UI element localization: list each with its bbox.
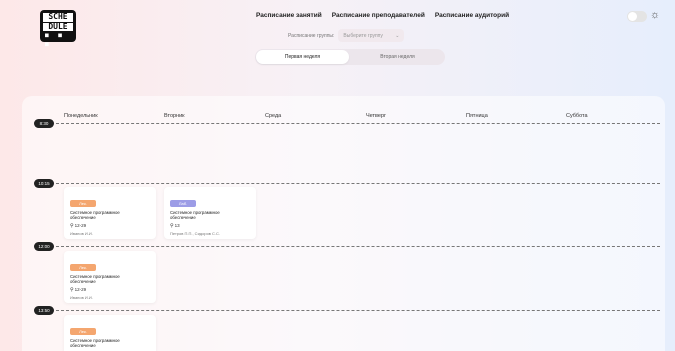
time-divider [56, 183, 660, 184]
location-pin-icon: ⚲ [70, 287, 74, 293]
lesson-card[interactable]: Лаб. Системное программное обеспечение ⚲… [164, 187, 256, 239]
time-label: 10:15 [34, 179, 54, 188]
sun-icon[interactable]: ☼ [650, 9, 660, 21]
lesson-subject: Системное программное обеспечение [70, 274, 120, 284]
lesson-teacher: Петров П.П., Сидоров С.С. [170, 231, 221, 236]
group-select-value: Выберите группу [343, 32, 383, 39]
time-divider [56, 246, 660, 247]
tab-second-week[interactable]: Вторая неделя [351, 50, 444, 64]
day-header-thursday: Четверг [366, 113, 387, 119]
header: SCHE DULE ■ ■ ■ Расписание занятий Распи… [0, 0, 675, 86]
nav-groups-link[interactable]: Расписание занятий [256, 12, 322, 19]
time-divider [56, 310, 660, 311]
lesson-type-badge: Лек. [70, 200, 96, 207]
main-nav: Расписание занятий Расписание преподават… [256, 12, 509, 19]
lesson-subject: Системное программное обеспечение [70, 210, 120, 220]
time-divider [56, 123, 660, 124]
lesson-card[interactable]: Лек. Системное программное обеспечение [64, 315, 156, 351]
location-pin-icon: ⚲ [170, 223, 174, 229]
lesson-room: ⚲12-29 [70, 223, 87, 229]
lesson-card[interactable]: Лек. Системное программное обеспечение ⚲… [64, 187, 156, 239]
time-label: 12:00 [34, 242, 54, 251]
chevron-down-icon: ⌄ [395, 32, 400, 39]
lesson-subject: Системное программное обеспечение [170, 210, 220, 220]
lesson-type-badge: Лек. [70, 328, 96, 335]
nav-rooms-link[interactable]: Расписание аудиторий [435, 12, 509, 19]
lesson-teacher: Иванов И.И. [70, 295, 93, 300]
lesson-type-badge: Лаб. [170, 200, 196, 207]
day-header-monday: Понедельник [64, 113, 98, 119]
app-logo[interactable]: SCHE DULE ■ ■ ■ [40, 10, 76, 48]
lesson-type-badge: Лек. [70, 264, 96, 271]
logo-dots: ■ ■ ■ [45, 32, 65, 48]
day-header-wednesday: Среда [265, 113, 282, 119]
logo-line1: SCHE [43, 12, 73, 22]
lesson-teacher: Иванов И.И. [70, 231, 93, 236]
logo-line2: DULE [43, 22, 73, 31]
day-header-tuesday: Вторник [164, 113, 185, 119]
time-label: 13:50 [34, 306, 54, 315]
week-switcher: Первая неделя Вторая неделя [255, 49, 445, 65]
group-selector-row: Расписание группы: Выберите группу ⌄ [288, 29, 405, 42]
day-header-saturday: Суббота [566, 113, 588, 119]
theme-toggle[interactable] [627, 11, 647, 22]
lesson-subject: Системное программное обеспечение [70, 338, 120, 348]
tab-first-week[interactable]: Первая неделя [256, 50, 349, 64]
day-header-friday: Пятница [466, 113, 488, 119]
location-pin-icon: ⚲ [70, 223, 74, 229]
lesson-room: ⚲13 [170, 223, 180, 229]
time-label: 8:30 [34, 119, 54, 128]
lesson-card[interactable]: Лек. Системное программное обеспечение ⚲… [64, 251, 156, 303]
lesson-room: ⚲12-29 [70, 287, 87, 293]
group-label: Расписание группы: [288, 32, 335, 39]
nav-teachers-link[interactable]: Расписание преподавателей [332, 12, 425, 19]
group-select[interactable]: Выберите группу ⌄ [338, 29, 405, 42]
